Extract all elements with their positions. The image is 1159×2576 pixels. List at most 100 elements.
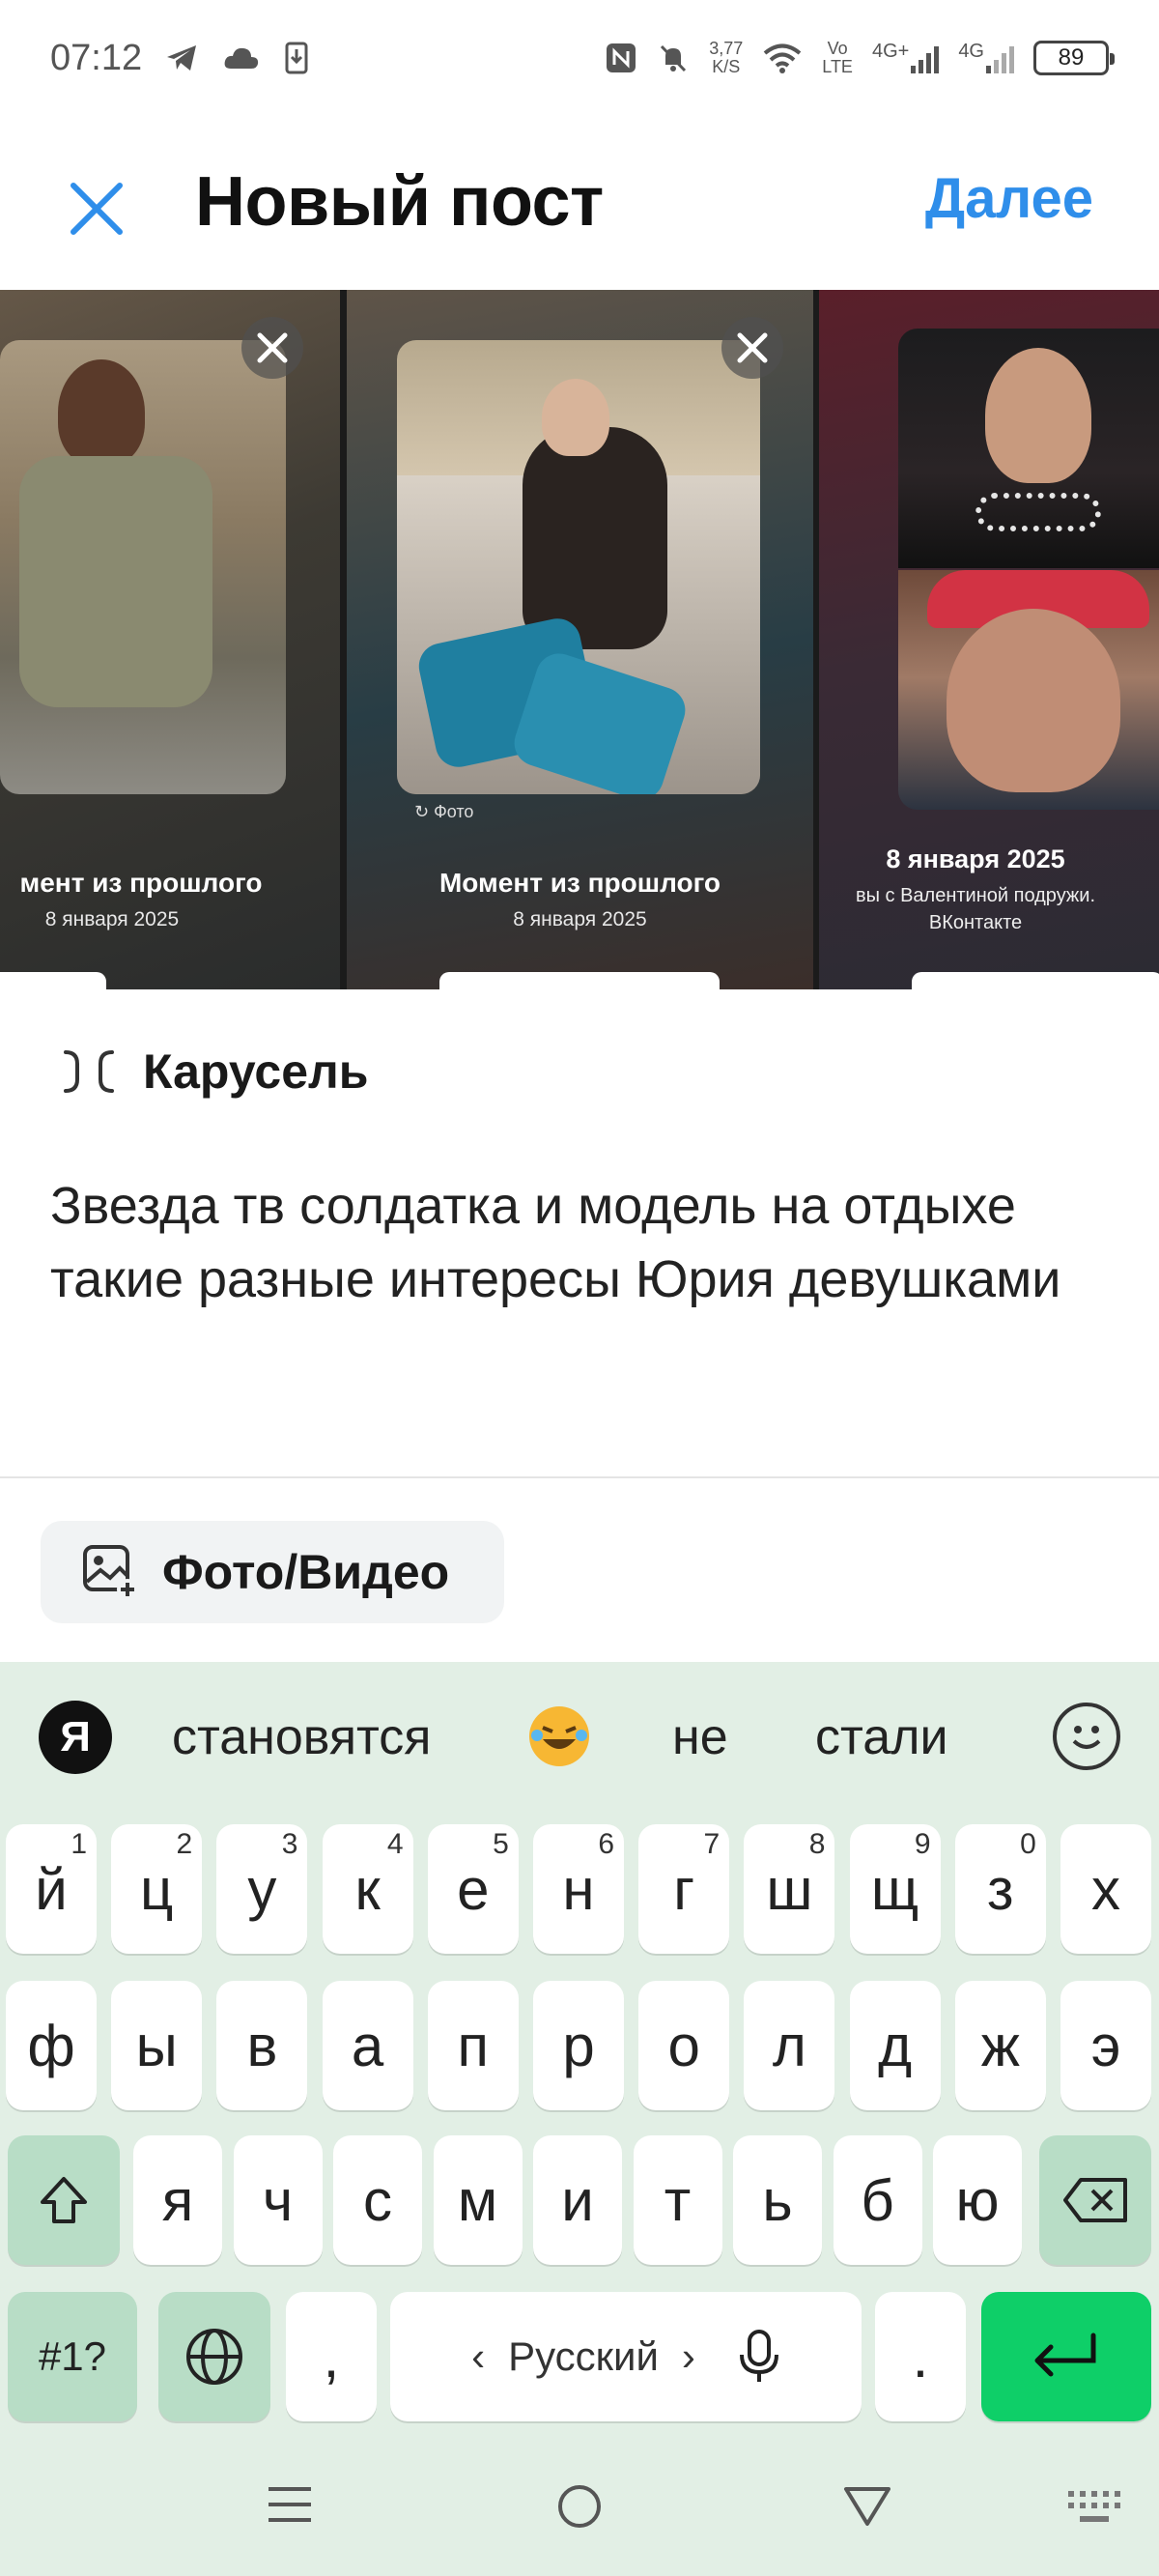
net-speed-unit: K/S: [712, 57, 741, 76]
source-tag: ↻ Фото: [414, 802, 473, 822]
divider: [0, 1476, 1159, 1478]
key-letter[interactable]: ш8: [744, 1824, 835, 1954]
key-letter-label: ц: [140, 1856, 174, 1922]
symbols-key[interactable]: #1?: [8, 2292, 137, 2421]
key-letter[interactable]: к4: [322, 1824, 413, 1954]
period-key[interactable]: .: [875, 2292, 966, 2421]
key-letter[interactable]: я: [133, 2135, 222, 2265]
menu-icon: [269, 2487, 311, 2522]
key-letter[interactable]: с: [333, 2135, 422, 2265]
key-letter[interactable]: й1: [6, 1824, 97, 1954]
comma-key[interactable]: ,: [286, 2292, 377, 2421]
laughing-emoji-icon[interactable]: [529, 1706, 589, 1766]
close-icon: [257, 332, 288, 363]
space-language-label: Русский: [508, 2333, 659, 2379]
key-letter[interactable]: п: [427, 1981, 519, 2110]
photo-subject-head: [58, 359, 145, 466]
close-icon: [737, 332, 768, 363]
next-button[interactable]: Далее: [925, 166, 1093, 231]
status-system-icons: 3,77 K/S Vo LTE 4G+ 4G 89: [605, 40, 1115, 76]
key-letter-label: х: [1091, 1856, 1120, 1922]
home-nav-button[interactable]: [556, 2483, 603, 2534]
backspace-key[interactable]: [1039, 2135, 1151, 2265]
remove-slide-button[interactable]: [241, 317, 303, 379]
key-letter-label: у: [247, 1856, 277, 1922]
key-letter[interactable]: з0: [954, 1824, 1046, 1954]
memory-title: Момент из прошлого: [438, 868, 721, 898]
cloud-icon: [224, 47, 259, 69]
globe-icon: [186, 2329, 242, 2385]
shift-key[interactable]: [8, 2135, 120, 2265]
emoji-button[interactable]: [1053, 1703, 1120, 1770]
remove-slide-button[interactable]: [721, 317, 783, 379]
laughing-emoji-glyph: [531, 1726, 587, 1749]
telegram-icon: [167, 45, 197, 71]
key-letter[interactable]: н6: [533, 1824, 624, 1954]
key-letter-label: з: [987, 1856, 1014, 1922]
key-letter[interactable]: е5: [427, 1824, 519, 1954]
key-letter[interactable]: ю: [933, 2135, 1022, 2265]
key-letter[interactable]: и: [533, 2135, 622, 2265]
key-hint-label: 7: [703, 1828, 721, 1860]
key-letter[interactable]: т: [633, 2135, 722, 2265]
close-button[interactable]: [60, 172, 133, 245]
post-text-field[interactable]: Звезда тв солдатка и модель на отдыхе та…: [50, 1169, 1113, 1316]
add-media-button[interactable]: Фото/Видео: [41, 1521, 504, 1623]
key-hint-label: 5: [493, 1828, 509, 1860]
key-letter-label: е: [457, 1856, 490, 1922]
sim2-signal: 4G: [958, 41, 1014, 73]
key-letter[interactable]: ь: [733, 2135, 822, 2265]
key-letter[interactable]: м: [433, 2135, 523, 2265]
media-carousel[interactable]: мент из прошлого 8 января 2025 ↻ Фото Мо…: [0, 290, 1159, 989]
carousel-mode-toggle[interactable]: Карусель: [58, 1044, 369, 1100]
key-letter[interactable]: ц2: [111, 1824, 203, 1954]
suggestion-item[interactable]: становятся: [172, 1708, 431, 1766]
carousel-slide[interactable]: 8 января 2025 вы с Валентиной подружи. В…: [819, 290, 1159, 989]
repost-icon: ↻: [414, 802, 435, 821]
yandex-keyboard-logo[interactable]: Я: [39, 1701, 112, 1774]
volte-top: Vo: [827, 39, 848, 58]
space-key[interactable]: ‹ Русский ›: [390, 2292, 862, 2421]
key-letter[interactable]: ж: [954, 1981, 1046, 2110]
key-letter[interactable]: ч: [233, 2135, 323, 2265]
key-letter-label: й: [35, 1856, 68, 1922]
key-letter[interactable]: д: [849, 1981, 941, 2110]
key-letter[interactable]: б: [833, 2135, 922, 2265]
key-letter[interactable]: у3: [216, 1824, 308, 1954]
key-letter[interactable]: л: [744, 1981, 835, 2110]
key-letter[interactable]: г7: [638, 1824, 730, 1954]
back-nav-button[interactable]: [842, 2485, 892, 2533]
key-letter[interactable]: ы: [111, 1981, 203, 2110]
key-letter[interactable]: в: [216, 1981, 308, 2110]
download-to-phone-icon: [285, 42, 308, 74]
key-letter[interactable]: ф: [6, 1981, 97, 2110]
carousel-slide[interactable]: ↻ Фото Момент из прошлого 8 января 2025: [347, 290, 813, 989]
suggestion-item[interactable]: не: [672, 1708, 728, 1766]
nfc-icon: [607, 43, 636, 72]
menu-nav-button[interactable]: [267, 2485, 313, 2529]
key-letter[interactable]: р: [533, 1981, 624, 2110]
key-letter[interactable]: э: [1060, 1981, 1151, 2110]
add-media-label: Фото/Видео: [162, 1545, 450, 1599]
slide-photo: [0, 340, 286, 794]
key-hint-label: 6: [598, 1828, 614, 1860]
photo-subject-body: [523, 427, 667, 649]
memory-title: 8 января 2025: [886, 844, 1065, 873]
keyboard-hide-button[interactable]: [1066, 2489, 1124, 2533]
backspace-icon: [1063, 2178, 1127, 2222]
key-letter[interactable]: щ9: [849, 1824, 941, 1954]
enter-key[interactable]: [981, 2292, 1151, 2421]
carousel-slide[interactable]: мент из прошлого 8 января 2025: [0, 290, 340, 989]
photo-subject-body: [19, 456, 212, 707]
sim2-label: 4G: [958, 41, 984, 62]
suggestion-item[interactable]: стали: [815, 1708, 948, 1766]
key-letter[interactable]: а: [322, 1981, 413, 2110]
volte-indicator: Vo LTE: [822, 40, 853, 76]
key-letter[interactable]: х: [1060, 1824, 1151, 1954]
memory-date: 8 января 2025: [513, 908, 647, 930]
language-switch-key[interactable]: [158, 2292, 270, 2421]
key-letter-label: н: [562, 1856, 595, 1922]
chevron-right-icon: ›: [681, 2333, 695, 2379]
key-letter[interactable]: о: [638, 1981, 730, 2110]
memory-source: ВКонтакте: [928, 912, 1023, 933]
